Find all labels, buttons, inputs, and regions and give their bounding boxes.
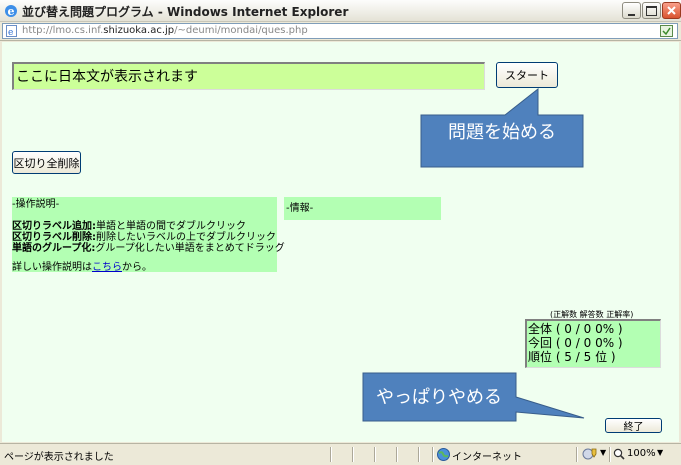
window-title-bar: e 並び替え問題プログラム - Windows Internet Explore… [0, 0, 681, 22]
info-heading: -情報- [286, 203, 314, 214]
address-url: http://lmo.cs.inf.shizuoka.ac.jp/~deumi/… [22, 25, 308, 36]
chevron-down-icon[interactable]: ▼ [657, 448, 663, 457]
globe-icon [437, 448, 450, 461]
status-divider [609, 447, 611, 462]
status-divider [396, 447, 398, 462]
instruction-key: 区切りラベル追加: [12, 221, 96, 232]
zoom-icon[interactable] [613, 448, 625, 460]
page-content: ここに日本文が表示されます スタート 問題を始める 区切り全削除 -操作説明- … [2, 42, 679, 442]
close-icon [667, 6, 676, 15]
page-icon: e [6, 25, 17, 37]
status-divider [352, 447, 354, 462]
instruction-key: 単語のグループ化: [12, 243, 96, 254]
minimize-button[interactable] [622, 2, 641, 19]
start-callout-label: 問題を始める [448, 122, 556, 143]
sentence-display: ここに日本文が表示されます [12, 62, 485, 90]
instruction-text: 削除したいラベルの上でダブルクリック [96, 232, 276, 243]
score-total: 全体 ( 0 / 0 0% ) [528, 322, 623, 336]
address-field[interactable]: e http://lmo.cs.inf.shizuoka.ac.jp/~deum… [2, 23, 678, 39]
close-button[interactable] [662, 2, 681, 19]
score-rank: 順位 ( 5 / 5 位 ) [528, 350, 616, 364]
maximize-button[interactable] [642, 2, 661, 19]
instruction-details: 詳しい操作説明はこちらから。 [12, 262, 152, 273]
details-prefix: 詳しい操作説明は [12, 262, 92, 273]
score-current: 今回 ( 0 / 0 0% ) [528, 336, 623, 350]
instructions-heading: -操作説明- [12, 199, 60, 210]
chevron-down-icon[interactable]: ▼ [600, 448, 606, 457]
internet-explorer-icon: e [5, 5, 17, 18]
instruction-group-words: 単語のグループ化:グループ化したい単語をまとめてドラッグ [12, 243, 285, 254]
status-divider [330, 447, 332, 462]
instructions-panel: -操作説明- 区切りラベル追加:単語と単語の間でダブルクリック 区切りラベル削除… [12, 197, 285, 273]
status-divider [374, 447, 376, 462]
window-title: 並び替え問題プログラム - Windows Internet Explorer [22, 5, 349, 19]
maximize-icon [646, 5, 657, 16]
minimize-icon [628, 13, 635, 16]
instruction-text: グループ化したい単語をまとめてドラッグ [95, 243, 285, 254]
clear-all-cuts-button[interactable]: 区切り全削除 [12, 151, 81, 174]
quit-callout-label: やっぱりやめる [376, 387, 502, 408]
svg-text:e: e [8, 5, 15, 18]
protected-mode-icon[interactable] [582, 447, 598, 461]
info-panel: -情報- [284, 197, 441, 220]
status-divider [432, 447, 434, 462]
url-path: /~deumi/mondai/ques.php [174, 25, 308, 36]
details-suffix: から。 [122, 262, 152, 273]
status-divider [576, 447, 578, 462]
url-prefix: http://lmo.cs.inf. [22, 25, 104, 36]
status-bar: ページが表示されました インターネット ▼ 100% ▼ [0, 443, 681, 465]
url-host: shizuoka.ac.jp [103, 25, 175, 36]
instruction-key: 区切りラベル削除: [12, 232, 96, 243]
zoom-level[interactable]: 100% [627, 448, 656, 459]
instruction-delete-cut: 区切りラベル削除:削除したいラベルの上でダブルクリック [12, 232, 276, 243]
address-bar: e http://lmo.cs.inf.shizuoka.ac.jp/~deum… [0, 22, 681, 41]
instruction-text: 単語と単語の間でダブルクリック [96, 221, 246, 232]
status-divider [418, 447, 420, 462]
security-zone: インターネット [452, 452, 522, 463]
instruction-add-cut: 区切りラベル追加:単語と単語の間でダブルクリック [12, 221, 246, 232]
status-text: ページが表示されました [4, 452, 114, 463]
svg-text:e: e [8, 28, 13, 37]
end-button[interactable]: 終了 [605, 418, 662, 433]
start-button[interactable]: スタート [496, 62, 558, 88]
details-link[interactable]: こちら [92, 262, 122, 273]
compatibility-view-icon[interactable] [660, 25, 673, 37]
score-panel: 全体 ( 0 / 0 0% ) 今回 ( 0 / 0 0% ) 順位 ( 5 /… [525, 319, 661, 368]
